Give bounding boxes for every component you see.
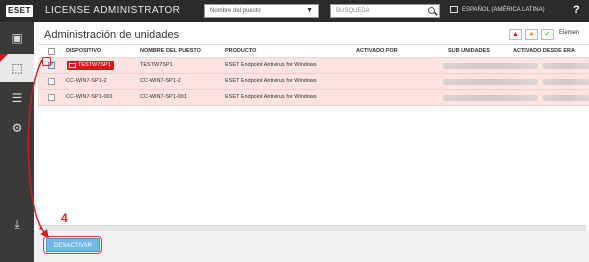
search-placeholder: BÚSQUEDA [336, 8, 370, 14]
col-product[interactable]: PRODUCTO [225, 48, 256, 54]
seat-name-dropdown[interactable]: Nombre del puesto ▼ [204, 4, 319, 18]
device-name: TESTW7SP1 [78, 62, 111, 68]
col-seat-name[interactable]: NOMBRE DEL PUESTO [140, 48, 201, 54]
download-icon: ⤓ [14, 216, 20, 231]
seat-name: TESTW7SP1 [140, 62, 173, 68]
info-filter-button[interactable]: ● [525, 29, 538, 40]
col-activated-by[interactable]: ACTIVADO POR [356, 48, 398, 54]
redacted-value [543, 63, 589, 69]
sidebar: ▣ ⬚ ☰ ⚙ ⤓ [0, 22, 34, 262]
table-row[interactable]: CC-WIN7-SP1-001 CC-WIN7-SP1-001 ESET End… [38, 90, 589, 106]
button-highlight [43, 236, 102, 254]
page-title: Administración de unidades [44, 29, 180, 41]
table-row[interactable]: TESTW7SP1 TESTW7SP1 ESET Endpoint Antivi… [38, 58, 589, 74]
box-icon: ⬚ [11, 61, 23, 75]
eset-logo: ESET [6, 5, 33, 17]
search-icon[interactable] [428, 7, 435, 14]
select-all-checkbox[interactable] [48, 48, 55, 55]
gear-icon: ⚙ [11, 121, 23, 135]
device-badge: TESTW7SP1 [67, 61, 114, 70]
col-sub-units[interactable]: SUB UNIDADES [448, 48, 490, 54]
elements-label: Elemen [559, 30, 580, 36]
table-header: DISPOSITIVO NOMBRE DEL PUESTO PRODUCTO A… [38, 44, 589, 58]
dropdown-value: Nombre del puesto [210, 8, 261, 14]
col-activated-since[interactable]: ACTIVADO DESDE ERA [513, 48, 575, 54]
footer-bar: DESACTIVAR [34, 231, 589, 262]
row-checkbox[interactable] [48, 94, 55, 101]
redacted-value [443, 63, 538, 69]
language-icon [450, 6, 458, 13]
sidebar-item-settings[interactable]: ⚙ [0, 114, 34, 142]
monitor-icon [69, 63, 76, 68]
step-number: 4 [61, 211, 68, 225]
sidebar-item-dashboard[interactable]: ▣ [0, 24, 34, 52]
help-button[interactable]: ? [573, 4, 580, 16]
chevron-down-icon: ▼ [306, 7, 313, 14]
product-name: ESET Endpoint Antivirus for Windows [225, 62, 317, 68]
seat-name: CC-WIN7-SP1-001 [140, 94, 187, 100]
sidebar-item-download[interactable]: ⤓ [0, 210, 34, 238]
seat-name: CC-WIN7-SP1-2 [140, 78, 181, 84]
redacted-value [443, 95, 538, 101]
product-name: ESET Endpoint Antivirus for Windows [225, 94, 317, 100]
list-icon: ☰ [11, 91, 23, 105]
col-device[interactable]: DISPOSITIVO [66, 48, 101, 54]
table-row[interactable]: CC-WIN7-SP1-2 CC-WIN7-SP1-2 ESET Endpoin… [38, 74, 589, 90]
redacted-value [543, 95, 589, 101]
redacted-value [543, 79, 589, 85]
row-checkbox[interactable] [48, 78, 55, 85]
redacted-value [443, 79, 538, 85]
device-name: CC-WIN7-SP1-001 [66, 94, 113, 100]
dashboard-icon: ▣ [11, 31, 23, 45]
top-bar: ESET LICENSE ADMINISTRATOR Nombre del pu… [0, 0, 589, 22]
product-name: ESET Endpoint Antivirus for Windows [225, 78, 317, 84]
warning-filter-button[interactable]: ▲ [509, 29, 522, 40]
app-title: LICENSE ADMINISTRATOR [45, 5, 181, 16]
checkbox-highlight [42, 57, 51, 66]
sidebar-item-list[interactable]: ☰ [0, 84, 34, 112]
search-input[interactable]: BÚSQUEDA [330, 4, 440, 18]
device-name: CC-WIN7-SP1-2 [66, 78, 107, 84]
sidebar-item-units[interactable]: ⬚ [0, 54, 34, 82]
ok-filter-button[interactable]: ✓ [541, 29, 554, 40]
language-selector[interactable]: ESPAÑOL (AMÉRICA LATINA) [462, 7, 545, 13]
